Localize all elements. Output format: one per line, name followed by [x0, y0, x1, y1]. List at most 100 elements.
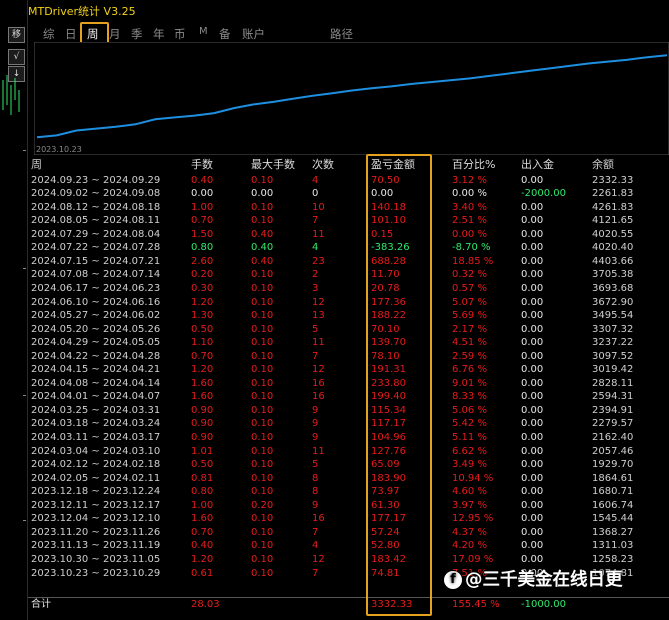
table-row[interactable]: 2024.04.29 ~ 2024.05.05 1.10 0.10 11 139.70 4… [28, 336, 669, 350]
table-row[interactable]: 2024.06.10 ~ 2024.06.16 1.20 0.10 12 177.36 5… [28, 296, 669, 310]
cell-balance: 4261.83 [592, 201, 634, 213]
table-row[interactable]: 2024.04.01 ~ 2024.04.07 1.60 0.10 16 199.40 8… [28, 390, 669, 404]
table-row[interactable]: 2023.11.13 ~ 2023.11.19 0.40 0.10 4 52.80 4.2… [28, 539, 669, 553]
cell-inout: 0.00 [521, 499, 544, 511]
table-row[interactable]: 2024.02.05 ~ 2024.02.11 0.81 0.10 8 183.90 10… [28, 472, 669, 486]
move-button[interactable]: 移 [8, 27, 25, 43]
cell-lots: 1.01 [191, 445, 214, 457]
tab-day[interactable]: 日 [65, 26, 77, 42]
cell-inout: 0.00 [521, 513, 544, 525]
table-row[interactable]: 2024.08.05 ~ 2024.08.11 0.70 0.10 7 101.10 2.… [28, 214, 669, 228]
cell-percent: 4.37 % [452, 526, 487, 538]
header-percent[interactable]: 百分比% [452, 158, 495, 172]
cell-balance: 1258.23 [592, 553, 634, 565]
tab-notes[interactable]: 备 [219, 26, 231, 42]
table-row[interactable]: 2023.12.11 ~ 2023.12.17 1.00 0.20 9 61.30 3.9… [28, 499, 669, 513]
table-row[interactable]: 2024.07.22 ~ 2024.07.28 0.80 0.40 4 -383.26-… [28, 241, 669, 255]
table-row[interactable]: 2023.12.18 ~ 2023.12.24 0.80 0.10 8 73.97 4.6… [28, 485, 669, 499]
table-row[interactable]: 2024.03.25 ~ 2024.03.31 0.90 0.10 9 115.34 5.… [28, 404, 669, 418]
tab-overview[interactable]: 综 [43, 26, 55, 42]
cell-count: 11 [312, 228, 325, 240]
cell-inout: 0.00 [521, 364, 544, 376]
cell-count: 16 [312, 377, 325, 389]
tab-account[interactable]: 账户 [242, 26, 265, 42]
cell-week: 2023.11.13 ~ 2023.11.19 [31, 540, 161, 552]
cell-week: 2023.12.11 ~ 2023.12.17 [31, 499, 161, 511]
cell-count: 8 [312, 486, 319, 498]
tab-currency[interactable]: 币 [174, 26, 186, 42]
cell-lots: 1.20 [191, 553, 214, 565]
cell-inout: 0.00 [521, 432, 544, 443]
table-row[interactable]: 2023.11.20 ~ 2023.11.26 0.70 0.10 7 57.24 4.3… [28, 526, 669, 540]
cell-week: 2024.07.08 ~ 2024.07.14 [31, 269, 161, 281]
table-row[interactable]: 2024.05.20 ~ 2024.05.26 0.50 0.10 5 70.10 2.1… [28, 323, 669, 337]
tab-m[interactable]: M [199, 26, 208, 37]
cell-balance: 3495.54 [592, 310, 634, 322]
cell-balance: 3237.22 [592, 337, 634, 349]
cell-percent: 5.06 % [452, 404, 487, 416]
cell-week: 2024.04.01 ~ 2024.04.07 [31, 391, 161, 403]
cell-percent: 3.49 % [452, 459, 487, 471]
table-row[interactable]: 2024.07.15 ~ 2024.07.21 2.60 0.40 23 688.28 1… [28, 255, 669, 269]
table-row[interactable]: 2024.04.22 ~ 2024.04.28 0.70 0.10 7 78.10 2.5… [28, 350, 669, 364]
cell-balance: 4020.40 [592, 242, 634, 254]
tab-quarter[interactable]: 季 [131, 26, 143, 42]
watermark: f @三千美金在线日更 [444, 566, 623, 591]
cell-percent: 9.01 % [452, 377, 487, 389]
cell-lots: 1.00 [191, 499, 214, 511]
cell-balance: 2162.40 [592, 432, 634, 443]
table-row[interactable]: 2024.03.04 ~ 2024.03.10 1.01 0.10 11 127.76 6… [28, 445, 669, 459]
cell-max-lots: 0.10 [251, 459, 274, 471]
tab-month[interactable]: 月 [109, 26, 121, 42]
header-inout[interactable]: 出入金 [521, 158, 554, 172]
cell-week: 2023.12.18 ~ 2023.12.24 [31, 486, 161, 498]
cell-lots: 0.50 [191, 459, 214, 471]
table-row[interactable]: 2024.06.17 ~ 2024.06.23 0.30 0.10 3 20.78 0.5… [28, 282, 669, 296]
total-percent: 155.45 % [452, 599, 500, 610]
cell-count: 9 [312, 418, 319, 430]
table-row[interactable]: 2024.05.27 ~ 2024.06.02 1.30 0.10 13 188.22 5… [28, 309, 669, 323]
cell-percent: 0.32 % [452, 269, 487, 281]
cell-count: 23 [312, 255, 325, 267]
cell-balance: 3019.42 [592, 364, 634, 376]
table-row[interactable]: 2023.12.04 ~ 2023.12.10 1.60 0.10 16 177.17 1… [28, 512, 669, 526]
header-week[interactable]: 周 [31, 158, 42, 172]
cell-inout: 0.00 [521, 201, 544, 213]
cell-balance: 2394.91 [592, 404, 634, 416]
cell-max-lots: 0.10 [251, 526, 274, 538]
cell-balance: 4121.65 [592, 215, 634, 227]
total-inout: -1000.00 [521, 599, 566, 610]
table-row[interactable]: 2024.09.02 ~ 2024.09.08 0.00 0.00 0 0.00 0.00… [28, 187, 669, 201]
cell-week: 2023.10.23 ~ 2023.10.29 [31, 567, 161, 579]
table-row[interactable]: 2024.09.23 ~ 2024.09.29 0.40 0.10 4 70.50 3.1… [28, 174, 669, 188]
table-row[interactable]: 2024.04.08 ~ 2024.04.14 1.60 0.10 16 233.80 9… [28, 377, 669, 391]
table-row[interactable]: 2024.07.08 ~ 2024.07.14 0.20 0.10 2 11.70 0.3… [28, 268, 669, 282]
cell-count: 9 [312, 404, 319, 416]
cell-count: 9 [312, 432, 319, 443]
header-count[interactable]: 次数 [312, 158, 334, 172]
table-row[interactable]: 2024.03.18 ~ 2024.03.24 0.90 0.10 9 117.17 5.… [28, 417, 669, 431]
cell-inout: -2000.00 [521, 188, 566, 200]
cell-percent: 6.76 % [452, 364, 487, 376]
table-row[interactable]: 2024.07.29 ~ 2024.08.04 1.50 0.40 11 0.15 0.0… [28, 228, 669, 242]
table-row[interactable]: 2024.02.12 ~ 2024.02.18 0.50 0.10 5 65.09 3.4… [28, 458, 669, 472]
cell-week: 2024.06.17 ~ 2024.06.23 [31, 282, 161, 294]
table-row[interactable]: 2023.10.30 ~ 2023.11.05 1.20 0.10 12 183.42 1… [28, 553, 669, 567]
cell-max-lots: 0.10 [251, 364, 274, 376]
header-balance[interactable]: 余额 [592, 158, 614, 172]
check-button[interactable]: √ [8, 49, 25, 65]
cell-balance: 1545.44 [592, 513, 634, 525]
cell-lots: 1.50 [191, 228, 214, 240]
cell-max-lots: 0.10 [251, 350, 274, 362]
table-row[interactable]: 2024.08.12 ~ 2024.08.18 1.00 0.10 10 140.18 3… [28, 201, 669, 215]
cell-lots: 0.70 [191, 526, 214, 538]
header-max-lots[interactable]: 最大手数 [251, 158, 295, 172]
table-row[interactable]: 2024.03.11 ~ 2024.03.17 0.90 0.10 9 104.96 5.… [28, 431, 669, 445]
cell-week: 2024.07.15 ~ 2024.07.21 [31, 255, 161, 267]
cell-percent: 3.40 % [452, 201, 487, 213]
tab-path[interactable]: 路径 [330, 26, 353, 42]
tab-year[interactable]: 年 [153, 26, 165, 42]
cell-lots: 1.20 [191, 296, 214, 308]
table-row[interactable]: 2024.04.15 ~ 2024.04.21 1.20 0.10 12 191.31 6… [28, 363, 669, 377]
header-lots[interactable]: 手数 [191, 158, 213, 172]
